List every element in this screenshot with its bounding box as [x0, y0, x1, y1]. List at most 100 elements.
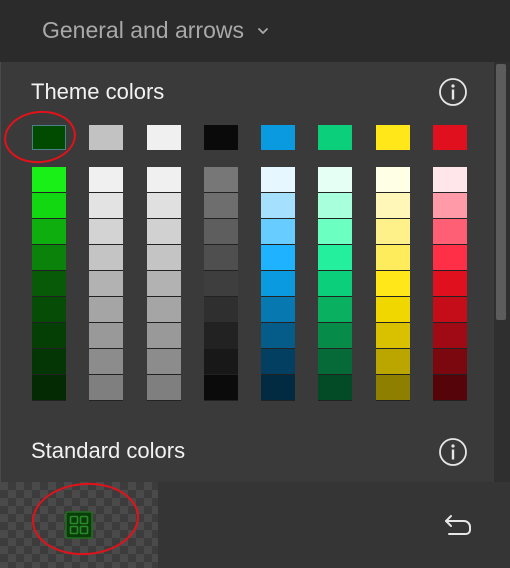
shade-swatch[interactable]	[261, 323, 295, 349]
shade-swatch[interactable]	[204, 167, 238, 193]
theme-color-swatch[interactable]	[32, 125, 66, 150]
shade-swatch[interactable]	[261, 375, 295, 401]
shade-swatch[interactable]	[147, 271, 181, 297]
scrollbar[interactable]	[494, 62, 510, 482]
shade-swatch[interactable]	[433, 245, 467, 271]
shade-swatch[interactable]	[32, 323, 66, 349]
shade-swatch[interactable]	[89, 375, 123, 401]
theme-color-swatch[interactable]	[89, 125, 123, 150]
shade-swatch[interactable]	[318, 297, 352, 323]
header-bar: General and arrows	[0, 0, 510, 62]
shade-swatch[interactable]	[89, 297, 123, 323]
chevron-down-icon	[258, 27, 268, 34]
shade-swatch[interactable]	[147, 245, 181, 271]
no-color-swatch[interactable]	[0, 479, 158, 568]
grid-icon	[65, 511, 93, 539]
shade-column	[147, 167, 181, 401]
shade-swatch[interactable]	[204, 245, 238, 271]
shade-swatch[interactable]	[318, 323, 352, 349]
dropdown-label: General and arrows	[42, 17, 244, 43]
shade-swatch[interactable]	[376, 349, 410, 375]
shade-swatch[interactable]	[204, 349, 238, 375]
shade-swatch[interactable]	[376, 193, 410, 219]
shade-swatch[interactable]	[147, 349, 181, 375]
shade-column	[433, 167, 467, 401]
theme-color-swatch[interactable]	[147, 125, 181, 150]
shade-column	[32, 167, 66, 401]
shade-swatch[interactable]	[318, 375, 352, 401]
shade-swatch[interactable]	[204, 271, 238, 297]
shade-swatch[interactable]	[147, 193, 181, 219]
undo-icon[interactable]	[442, 511, 474, 539]
shade-swatch[interactable]	[261, 219, 295, 245]
shade-swatch[interactable]	[318, 219, 352, 245]
shade-swatch[interactable]	[147, 219, 181, 245]
shade-swatch[interactable]	[89, 323, 123, 349]
shade-column	[89, 167, 123, 401]
shade-swatch[interactable]	[89, 349, 123, 375]
shade-swatch[interactable]	[204, 193, 238, 219]
shade-column	[261, 167, 295, 401]
standard-colors-title: Standard colors	[31, 438, 186, 463]
color-panel: Theme colors Standard colors	[0, 62, 495, 482]
shade-swatch[interactable]	[147, 297, 181, 323]
shade-swatch[interactable]	[318, 167, 352, 193]
shade-swatch[interactable]	[318, 349, 352, 375]
shade-swatch[interactable]	[147, 375, 181, 401]
shade-swatch[interactable]	[433, 271, 467, 297]
shade-swatch[interactable]	[32, 193, 66, 219]
shade-swatch[interactable]	[32, 375, 66, 401]
shade-swatch[interactable]	[433, 219, 467, 245]
shade-swatch[interactable]	[204, 323, 238, 349]
shade-swatch[interactable]	[376, 245, 410, 271]
shade-swatch[interactable]	[261, 193, 295, 219]
shade-column	[376, 167, 410, 401]
shade-swatch[interactable]	[147, 167, 181, 193]
shade-swatch[interactable]	[89, 219, 123, 245]
shade-swatch[interactable]	[89, 271, 123, 297]
theme-colors-title: Theme colors	[31, 79, 165, 104]
shade-swatch[interactable]	[32, 297, 66, 323]
info-icon[interactable]	[438, 77, 468, 107]
shade-swatch[interactable]	[433, 349, 467, 375]
shade-swatch[interactable]	[376, 167, 410, 193]
shade-swatch[interactable]	[147, 323, 181, 349]
shade-swatch[interactable]	[32, 271, 66, 297]
shade-swatch[interactable]	[204, 219, 238, 245]
shade-swatch[interactable]	[89, 193, 123, 219]
shade-swatch[interactable]	[433, 297, 467, 323]
shade-swatch[interactable]	[261, 167, 295, 193]
shade-swatch[interactable]	[261, 349, 295, 375]
shade-swatch[interactable]	[433, 375, 467, 401]
shade-swatch[interactable]	[376, 219, 410, 245]
shade-swatch[interactable]	[376, 375, 410, 401]
scrollbar-thumb[interactable]	[496, 64, 506, 320]
shade-swatch[interactable]	[32, 245, 66, 271]
shade-swatch[interactable]	[318, 193, 352, 219]
shade-swatch[interactable]	[318, 271, 352, 297]
shade-swatch[interactable]	[433, 323, 467, 349]
shade-swatch[interactable]	[204, 375, 238, 401]
shade-swatch[interactable]	[318, 245, 352, 271]
shade-swatch[interactable]	[89, 245, 123, 271]
shade-swatch[interactable]	[261, 271, 295, 297]
shade-swatch[interactable]	[261, 297, 295, 323]
info-icon[interactable]	[438, 437, 468, 467]
shade-swatch[interactable]	[433, 193, 467, 219]
shade-swatch[interactable]	[376, 323, 410, 349]
theme-color-swatch[interactable]	[204, 125, 238, 150]
theme-color-swatch[interactable]	[318, 125, 352, 150]
shade-swatch[interactable]	[32, 349, 66, 375]
shade-swatch[interactable]	[32, 219, 66, 245]
theme-color-swatch[interactable]	[376, 125, 410, 150]
theme-color-swatch[interactable]	[261, 125, 295, 150]
shade-swatch[interactable]	[204, 297, 238, 323]
shade-swatch[interactable]	[433, 167, 467, 193]
category-dropdown[interactable]: General and arrows	[42, 17, 270, 44]
shade-swatch[interactable]	[32, 167, 66, 193]
shade-swatch[interactable]	[376, 297, 410, 323]
shade-swatch[interactable]	[89, 167, 123, 193]
theme-color-swatch[interactable]	[433, 125, 467, 150]
shade-swatch[interactable]	[261, 245, 295, 271]
shade-swatch[interactable]	[376, 271, 410, 297]
